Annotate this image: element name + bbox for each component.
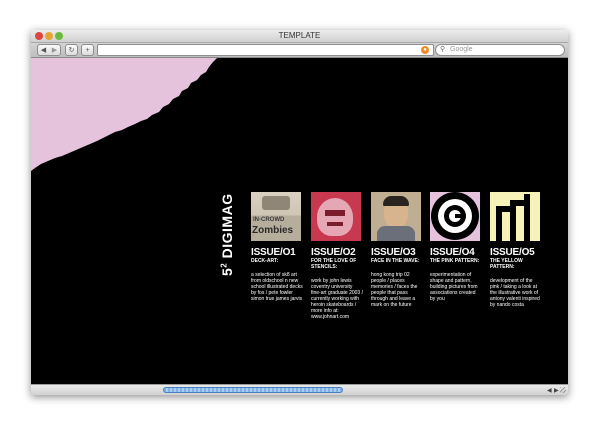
pink-pattern-graphic [431, 192, 479, 240]
brand-suffix: DIGIMAG [219, 193, 235, 263]
rss-icon[interactable]: ● [421, 46, 429, 54]
add-bookmark-button[interactable]: + [81, 44, 94, 56]
issue-3-description: hong kong trip 02 people / places memori… [371, 272, 418, 308]
scrollbar-thumb[interactable] [163, 387, 343, 393]
search-field[interactable]: ⚲ Google [435, 44, 565, 56]
brand-name: 5 [219, 267, 235, 276]
issue-5[interactable]: ISSUE/O5 THE YELLOW PATTERN: development… [490, 192, 544, 308]
issue-2[interactable]: ISSUE/O2 FOR THE LOVE OF STENCILS: work … [311, 192, 365, 320]
plus-icon: + [85, 46, 90, 54]
issue-1-title[interactable]: ISSUE/O1 [251, 247, 305, 258]
issue-2-thumbnail[interactable] [311, 192, 361, 241]
browser-window: TEMPLATE ◀ ▶ ↻ + ● ⚲ Google 52 DIGIMAG I… [31, 30, 568, 395]
browser-toolbar: ◀ ▶ ↻ + ● ⚲ Google [31, 43, 568, 58]
issue-1-thumbnail[interactable]: IN-CROWD Zombies [251, 192, 301, 241]
back-forward-buttons: ◀ ▶ [37, 44, 61, 56]
brand-exponent: 2 [219, 262, 229, 268]
issue-5-subtitle: THE YELLOW PATTERN: [490, 258, 523, 270]
resize-grip-icon[interactable] [560, 387, 566, 393]
issue-3-title[interactable]: ISSUE/O3 [371, 247, 425, 258]
issue-4-title[interactable]: ISSUE/O4 [430, 247, 484, 258]
window-title: TEMPLATE [278, 31, 321, 40]
issue-2-subtitle: FOR THE LOVE OF STENCILS: [311, 258, 357, 270]
reload-icon: ↻ [68, 47, 75, 54]
issue-2-title[interactable]: ISSUE/O2 [311, 247, 365, 258]
search-placeholder: Google [450, 46, 473, 53]
issue-3[interactable]: ISSUE/O3 FACE IN THE WAVE: hong kong tri… [371, 192, 425, 308]
issue-1-thumb-text-2: Zombies [252, 225, 294, 236]
pink-jagged-shape [31, 58, 217, 171]
issue-3-subtitle: FACE IN THE WAVE: [371, 258, 420, 264]
scroll-left-icon[interactable]: ◀ [547, 387, 552, 394]
digimag-logo: 52 DIGIMAG [219, 193, 235, 276]
issue-1-thumb-text-1: IN-CROWD [253, 217, 285, 223]
issue-3-thumbnail[interactable] [371, 192, 421, 241]
issue-4[interactable]: ISSUE/O4 THE PINK PATTERN: experimentati… [430, 192, 484, 302]
search-icon: ⚲ [440, 46, 446, 53]
issue-1-description: a selection of sk8 art from oldschool n … [251, 272, 303, 302]
address-bar[interactable]: ● [97, 44, 434, 56]
issue-1[interactable]: IN-CROWD Zombies ISSUE/O1 DECK-ART: a se… [251, 192, 305, 302]
page-content: 52 DIGIMAG IN-CROWD Zombies ISSUE/O1 DEC… [31, 58, 568, 384]
issue-4-description: experimentation of shape and pattern, bu… [430, 272, 478, 302]
issue-4-subtitle: THE PINK PATTERN: [430, 258, 480, 264]
issue-4-thumbnail[interactable] [430, 192, 480, 241]
issue-2-description: work by john lewis coventry university f… [311, 278, 363, 320]
issue-1-subtitle: DECK-ART: [251, 258, 279, 264]
forward-arrow-icon[interactable]: ▶ [49, 46, 60, 54]
horizontal-scrollbar[interactable]: ◀ ▶ [31, 384, 568, 395]
issue-5-title[interactable]: ISSUE/O5 [490, 247, 544, 258]
title-bar: TEMPLATE [31, 30, 568, 43]
issue-5-description: development of the pink / taking a look … [490, 278, 540, 308]
back-arrow-icon[interactable]: ◀ [38, 46, 49, 54]
issue-5-thumbnail[interactable] [490, 192, 540, 241]
scroll-right-icon[interactable]: ▶ [554, 387, 559, 394]
reload-button[interactable]: ↻ [65, 44, 78, 56]
yellow-pattern-graphic [496, 194, 530, 241]
